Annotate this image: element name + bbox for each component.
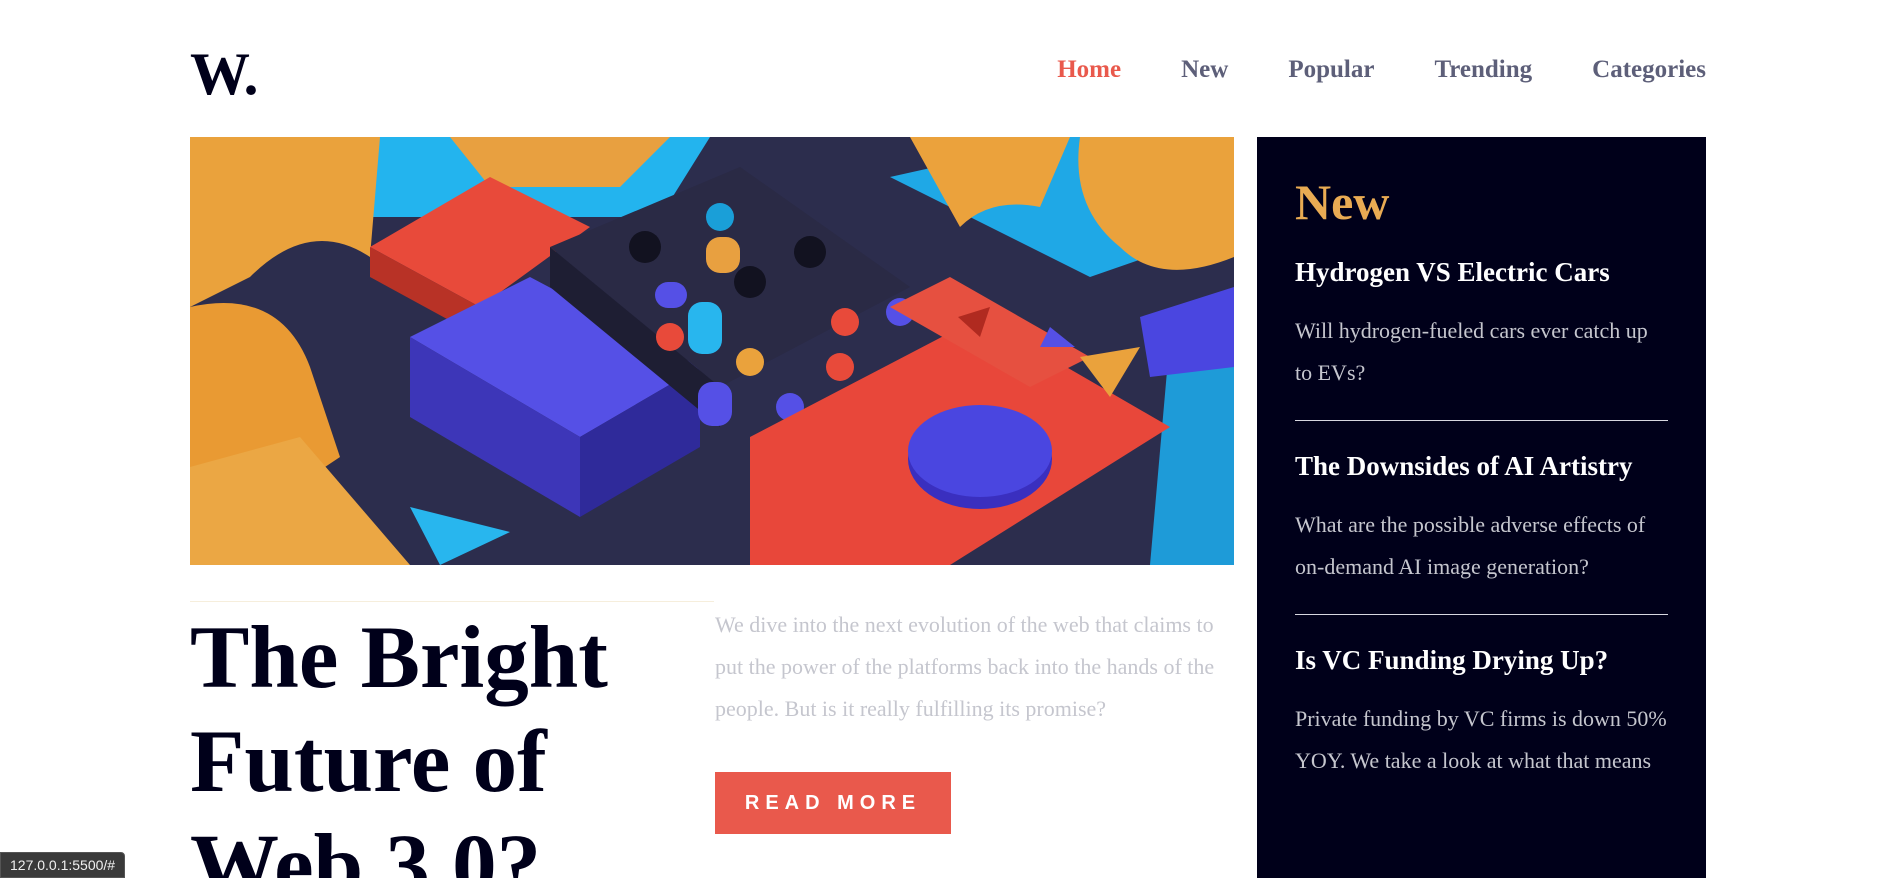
nav-categories[interactable]: Categories	[1592, 56, 1706, 84]
nav-home[interactable]: Home	[1057, 56, 1121, 84]
sidebar-article-summary: Will hydrogen-fueled cars ever catch up …	[1295, 318, 1648, 385]
sidebar-article-title[interactable]: The Downsides of AI Artistry	[1295, 451, 1668, 482]
sidebar-article-summary: Private funding by VC firms is down 50% …	[1295, 706, 1667, 773]
main-nav: Home New Popular Trending Categories	[1057, 56, 1706, 84]
nav-new[interactable]: New	[1181, 56, 1228, 84]
sidebar-title: New	[1295, 174, 1390, 230]
hero-image	[190, 137, 1234, 565]
new-articles-sidebar: New Hydrogen VS Electric Cars Will hydro…	[1257, 137, 1706, 878]
read-more-button[interactable]: READ MORE	[715, 772, 951, 834]
nav-trending[interactable]: Trending	[1434, 56, 1532, 84]
sidebar-article: Hydrogen VS Electric Cars Will hydrogen-…	[1295, 257, 1668, 421]
sidebar-article: The Downsides of AI Artistry What are th…	[1295, 451, 1668, 615]
sidebar-article: Is VC Funding Drying Up? Private funding…	[1295, 645, 1668, 808]
sidebar-article-title[interactable]: Is VC Funding Drying Up?	[1295, 645, 1668, 676]
sidebar-article-title[interactable]: Hydrogen VS Electric Cars	[1295, 257, 1668, 288]
site-logo[interactable]: W.	[190, 40, 258, 109]
hero-intro: We dive into the next evolution of the w…	[715, 612, 1215, 721]
headline-divider	[190, 601, 714, 602]
nav-popular[interactable]: Popular	[1288, 56, 1374, 84]
status-bar-url: 127.0.0.1:5500/#	[0, 852, 126, 878]
page-title: The Bright Future of Web 3.0?	[190, 609, 608, 878]
sidebar-article-summary: What are the possible adverse effects of…	[1295, 512, 1646, 579]
